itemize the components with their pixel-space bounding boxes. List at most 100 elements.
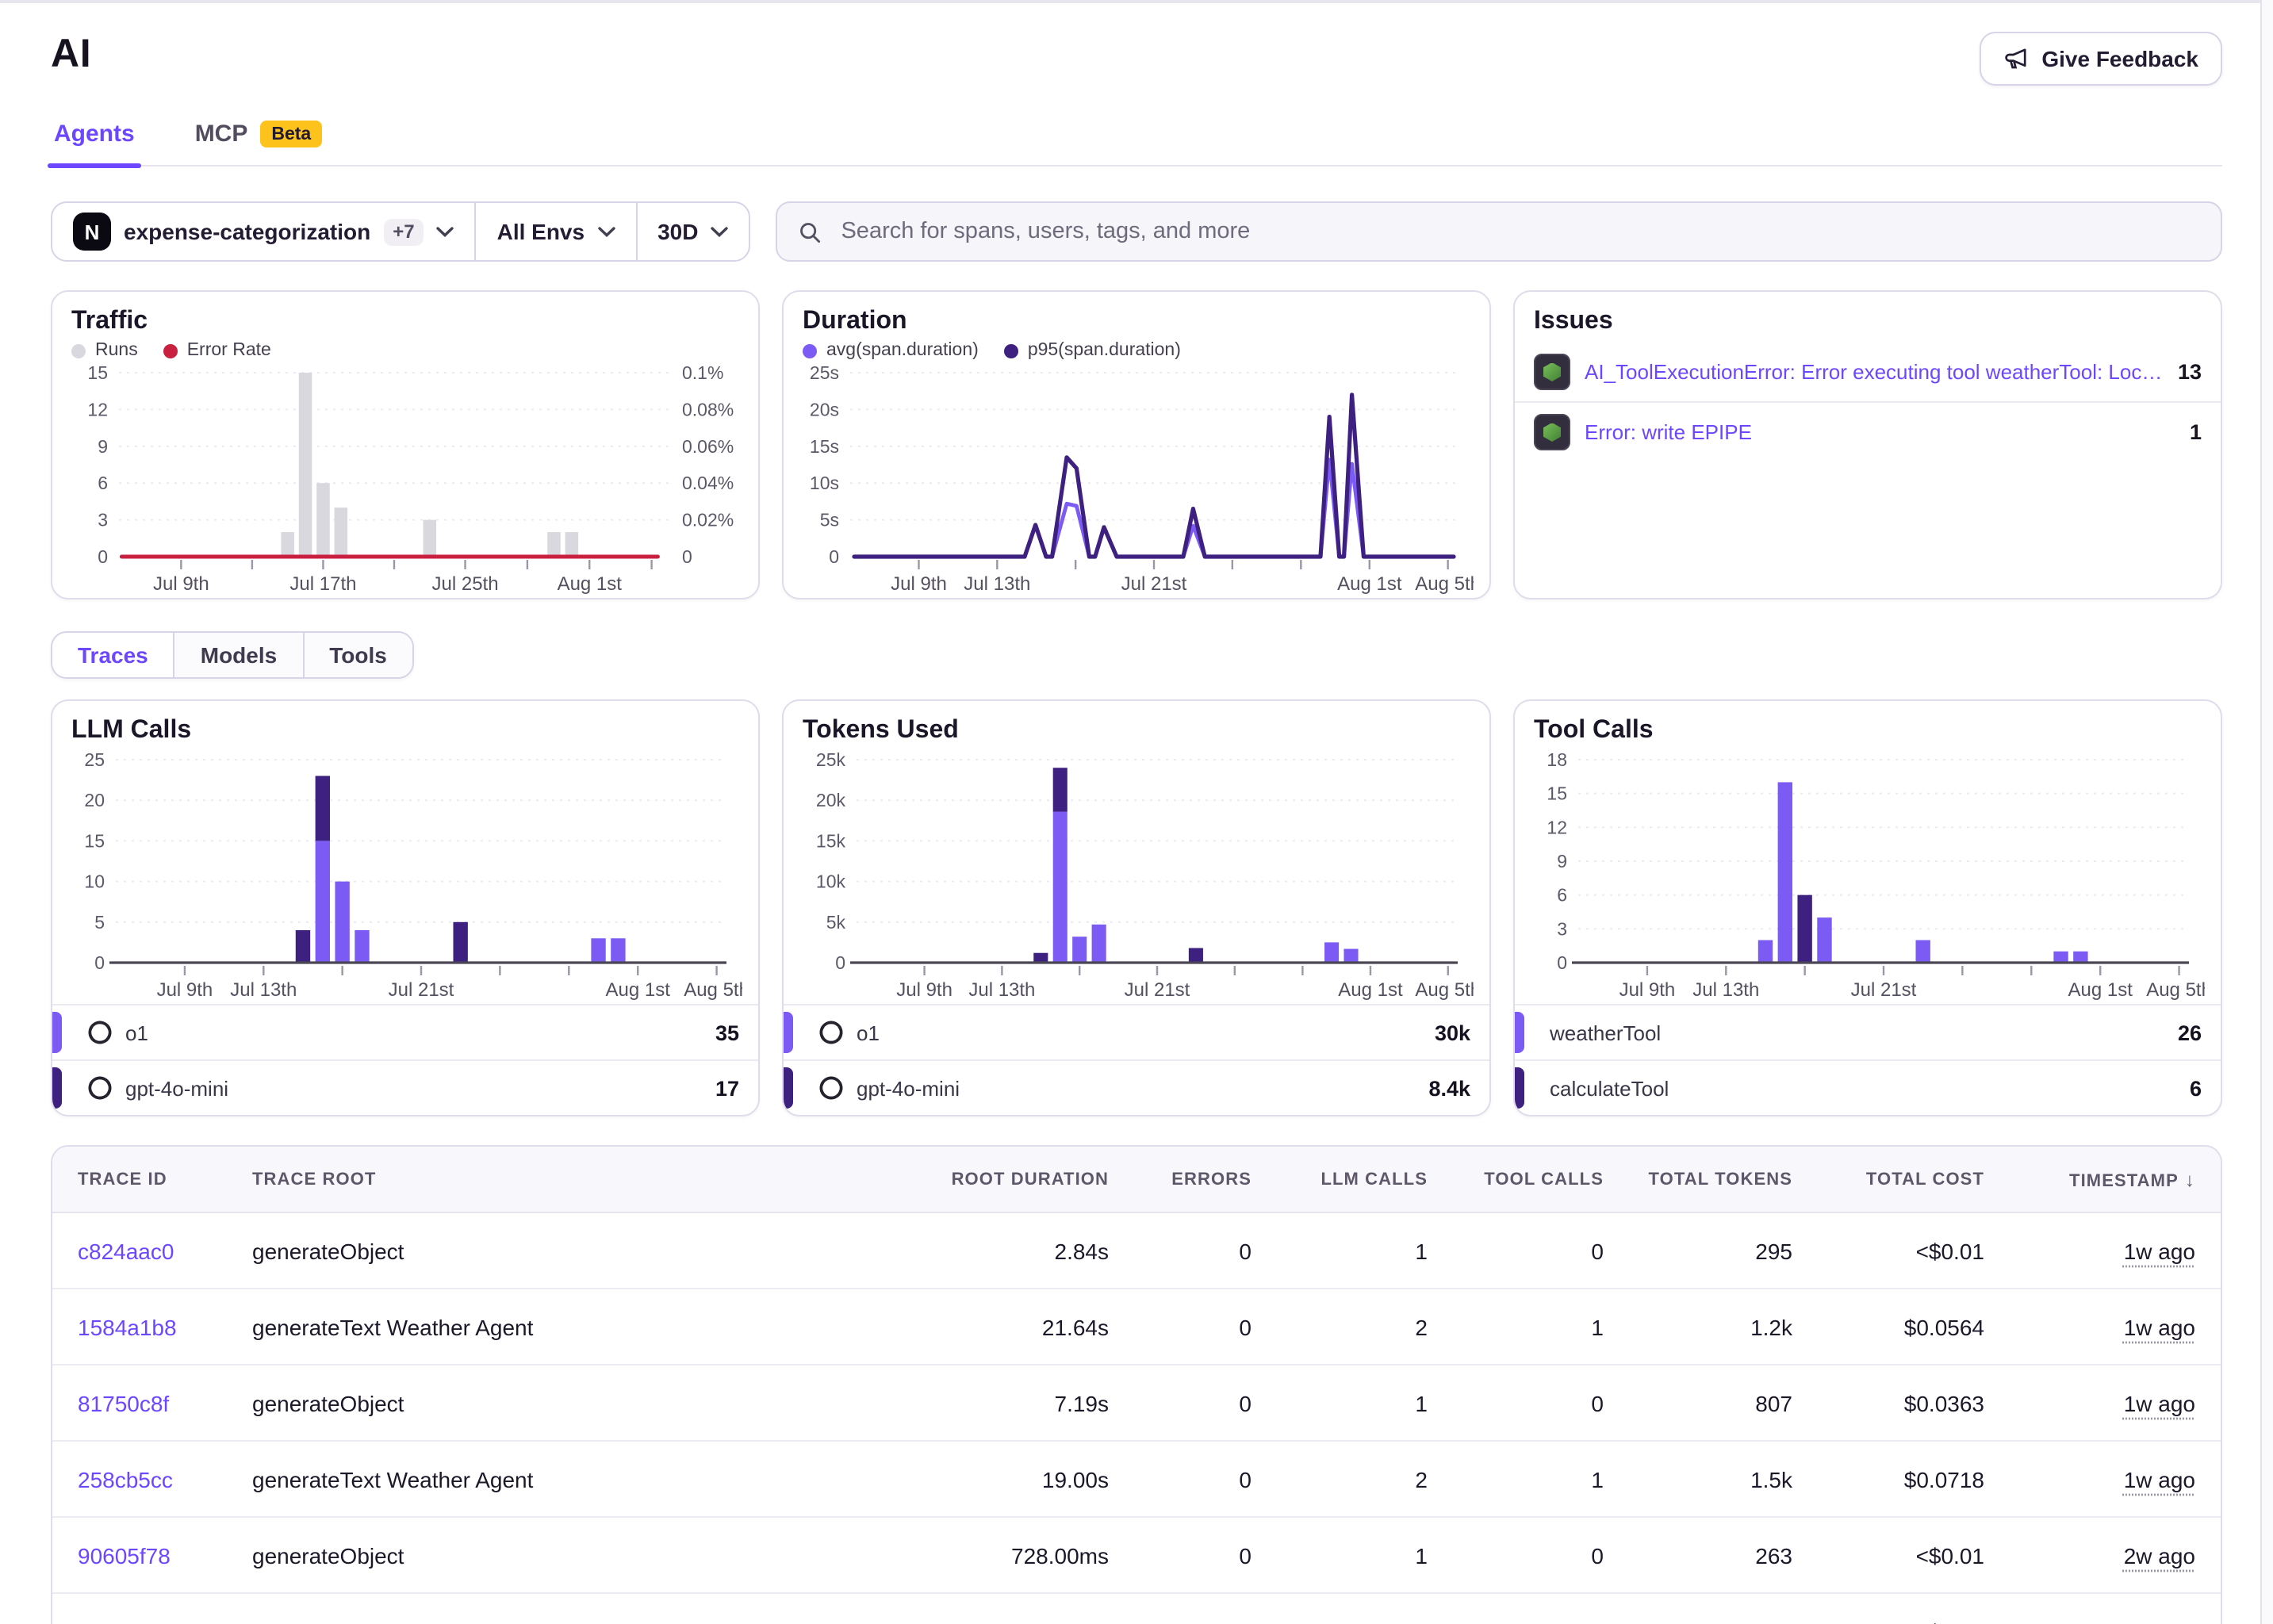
trace-id-link[interactable]: 258cb5cc [78,1466,252,1492]
svg-text:10k: 10k [816,871,846,892]
svg-text:10s: 10s [810,473,839,493]
svg-text:25: 25 [84,750,105,770]
svg-text:15k: 15k [816,830,846,851]
series-total-row: o130k [784,1004,1489,1059]
trace-id-link[interactable]: 81750c8f [78,1390,252,1415]
timestamp-cell: 2w ago [1984,1542,2195,1568]
series-color-chip [784,1067,793,1109]
tool-calls-count: 1 [1428,1618,1604,1624]
chevron-down-icon [597,226,615,237]
project-filter[interactable]: N expense-categorization +7 [52,203,475,260]
environment-filter[interactable]: All Envs [475,203,636,260]
svg-text:0.04%: 0.04% [682,473,734,493]
svg-text:9: 9 [98,436,108,457]
subtab-models[interactable]: Models [174,633,302,677]
column-header-root-duration[interactable]: Root Duration [871,1170,1109,1189]
tab-agents[interactable]: Agents [51,121,138,165]
root-duration: 728.00ms [871,1542,1109,1568]
svg-text:20k: 20k [816,790,846,810]
series-label: weatherTool [1550,1021,1661,1044]
page-header: AI Give Feedback [51,3,2222,86]
nodejs-platform-icon [1534,414,1570,450]
issues-title: Issues [1534,308,2202,336]
svg-text:0: 0 [829,546,839,567]
chart-title: LLM Calls [71,717,739,745]
column-header-total-cost[interactable]: Total Cost [1792,1170,1984,1189]
svg-text:Jul 21st: Jul 21st [1851,979,1917,1001]
timestamp-cell: 1w ago [1984,1390,2195,1415]
trace-root: generateObject [252,1390,871,1415]
table-row: 90605f78generateObject728.00ms010263<$0.… [52,1516,2221,1592]
issue-link[interactable]: AI_ToolExecutionError: Error executing t… [1585,360,2164,384]
svg-text:Jul 9th: Jul 9th [157,979,213,1001]
trace-root: generateObject [252,1542,871,1568]
sort-desc-icon: ↓ [2185,1168,2195,1190]
tool-calls-count: 0 [1428,1390,1604,1415]
issue-count: 13 [2178,360,2202,384]
openai-icon [87,1075,113,1101]
series-total-value: 26 [2178,1021,2202,1044]
chart-title: Tokens Used [803,717,1470,745]
timestamp[interactable]: 1w ago [2124,1314,2195,1339]
svg-text:0.02%: 0.02% [682,510,734,530]
total-tokens: 649 [1604,1618,1792,1624]
chevron-down-icon [711,226,728,237]
trace-id-link[interactable]: 1b9a433b [78,1618,252,1624]
svg-text:Aug 1st: Aug 1st [558,573,623,595]
duration-legend: avg(span.duration) p95(span.duration) [803,341,1470,360]
tab-mcp[interactable]: MCP Beta [192,121,326,165]
column-header-errors[interactable]: Errors [1109,1170,1251,1189]
table-row: 258cb5ccgenerateText Weather Agent19.00s… [52,1440,2221,1516]
column-header-trace-root[interactable]: Trace Root [252,1170,871,1189]
issue-link[interactable]: Error: write EPIPE [1585,420,2175,444]
column-header-tool-calls[interactable]: Tool Calls [1428,1170,1604,1189]
timestamp[interactable]: 1w ago [2124,1390,2195,1415]
date-range-filter[interactable]: 30D [635,203,749,260]
errors-count: 0 [1109,1390,1251,1415]
scrollbar-track[interactable] [2260,0,2273,1624]
total-cost: <$0.01 [1792,1542,1984,1568]
timestamp[interactable]: 1w ago [2124,1238,2195,1263]
top-tabs: Agents MCP Beta [51,121,2222,167]
issue-row: AI_ToolExecutionError: Error executing t… [1515,343,2221,401]
timestamp[interactable]: 2w ago [2124,1542,2195,1568]
series-color-chip [784,1012,793,1053]
svg-text:0.1%: 0.1% [682,363,723,383]
openai-icon [818,1075,844,1101]
column-header-timestamp[interactable]: Timestamp↓ [1984,1168,2195,1190]
subtab-tools[interactable]: Tools [302,633,412,677]
trace-id-link[interactable]: 90605f78 [78,1542,252,1568]
beta-badge: Beta [260,121,322,147]
traces-table: Trace IDTrace RootRoot DurationErrorsLLM… [51,1145,2222,1624]
svg-text:20: 20 [84,790,105,810]
trace-id-link[interactable]: 1584a1b8 [78,1314,252,1339]
errors-count: 0 [1109,1238,1251,1263]
timestamp[interactable]: 2w ago [2124,1618,2195,1624]
llm-calls-count: 1 [1251,1238,1428,1263]
series-color-chip [52,1067,62,1109]
series-label: gpt-4o-mini [125,1076,228,1100]
subtab-traces[interactable]: Traces [52,633,174,677]
svg-text:25k: 25k [816,750,846,770]
openai-icon [87,1020,113,1045]
svg-text:Jul 9th: Jul 9th [1619,979,1676,1001]
svg-text:Jul 13th: Jul 13th [968,979,1035,1001]
svg-text:0: 0 [835,952,845,973]
svg-text:0: 0 [94,952,105,973]
svg-text:Jul 21st: Jul 21st [1125,979,1190,1001]
svg-text:9: 9 [1557,851,1567,871]
column-header-trace-id[interactable]: Trace ID [78,1170,252,1189]
column-header-total-tokens[interactable]: Total Tokens [1604,1170,1792,1189]
total-cost: $0.0363 [1792,1390,1984,1415]
series-total-row: weatherTool 26 [1515,1004,2221,1059]
table-body: c824aac0generateObject2.84s010295<$0.011… [52,1213,2221,1624]
give-feedback-button[interactable]: Give Feedback [1980,32,2222,86]
series-total-row: o135 [52,1004,758,1059]
column-header-llm-calls[interactable]: LLM Calls [1251,1170,1428,1189]
series-label: gpt-4o-mini [857,1076,960,1100]
series-total-value: 6 [2190,1076,2202,1100]
timestamp-cell: 1w ago [1984,1314,2195,1339]
trace-id-link[interactable]: c824aac0 [78,1238,252,1263]
search-input[interactable] [838,217,2200,246]
timestamp[interactable]: 1w ago [2124,1466,2195,1492]
